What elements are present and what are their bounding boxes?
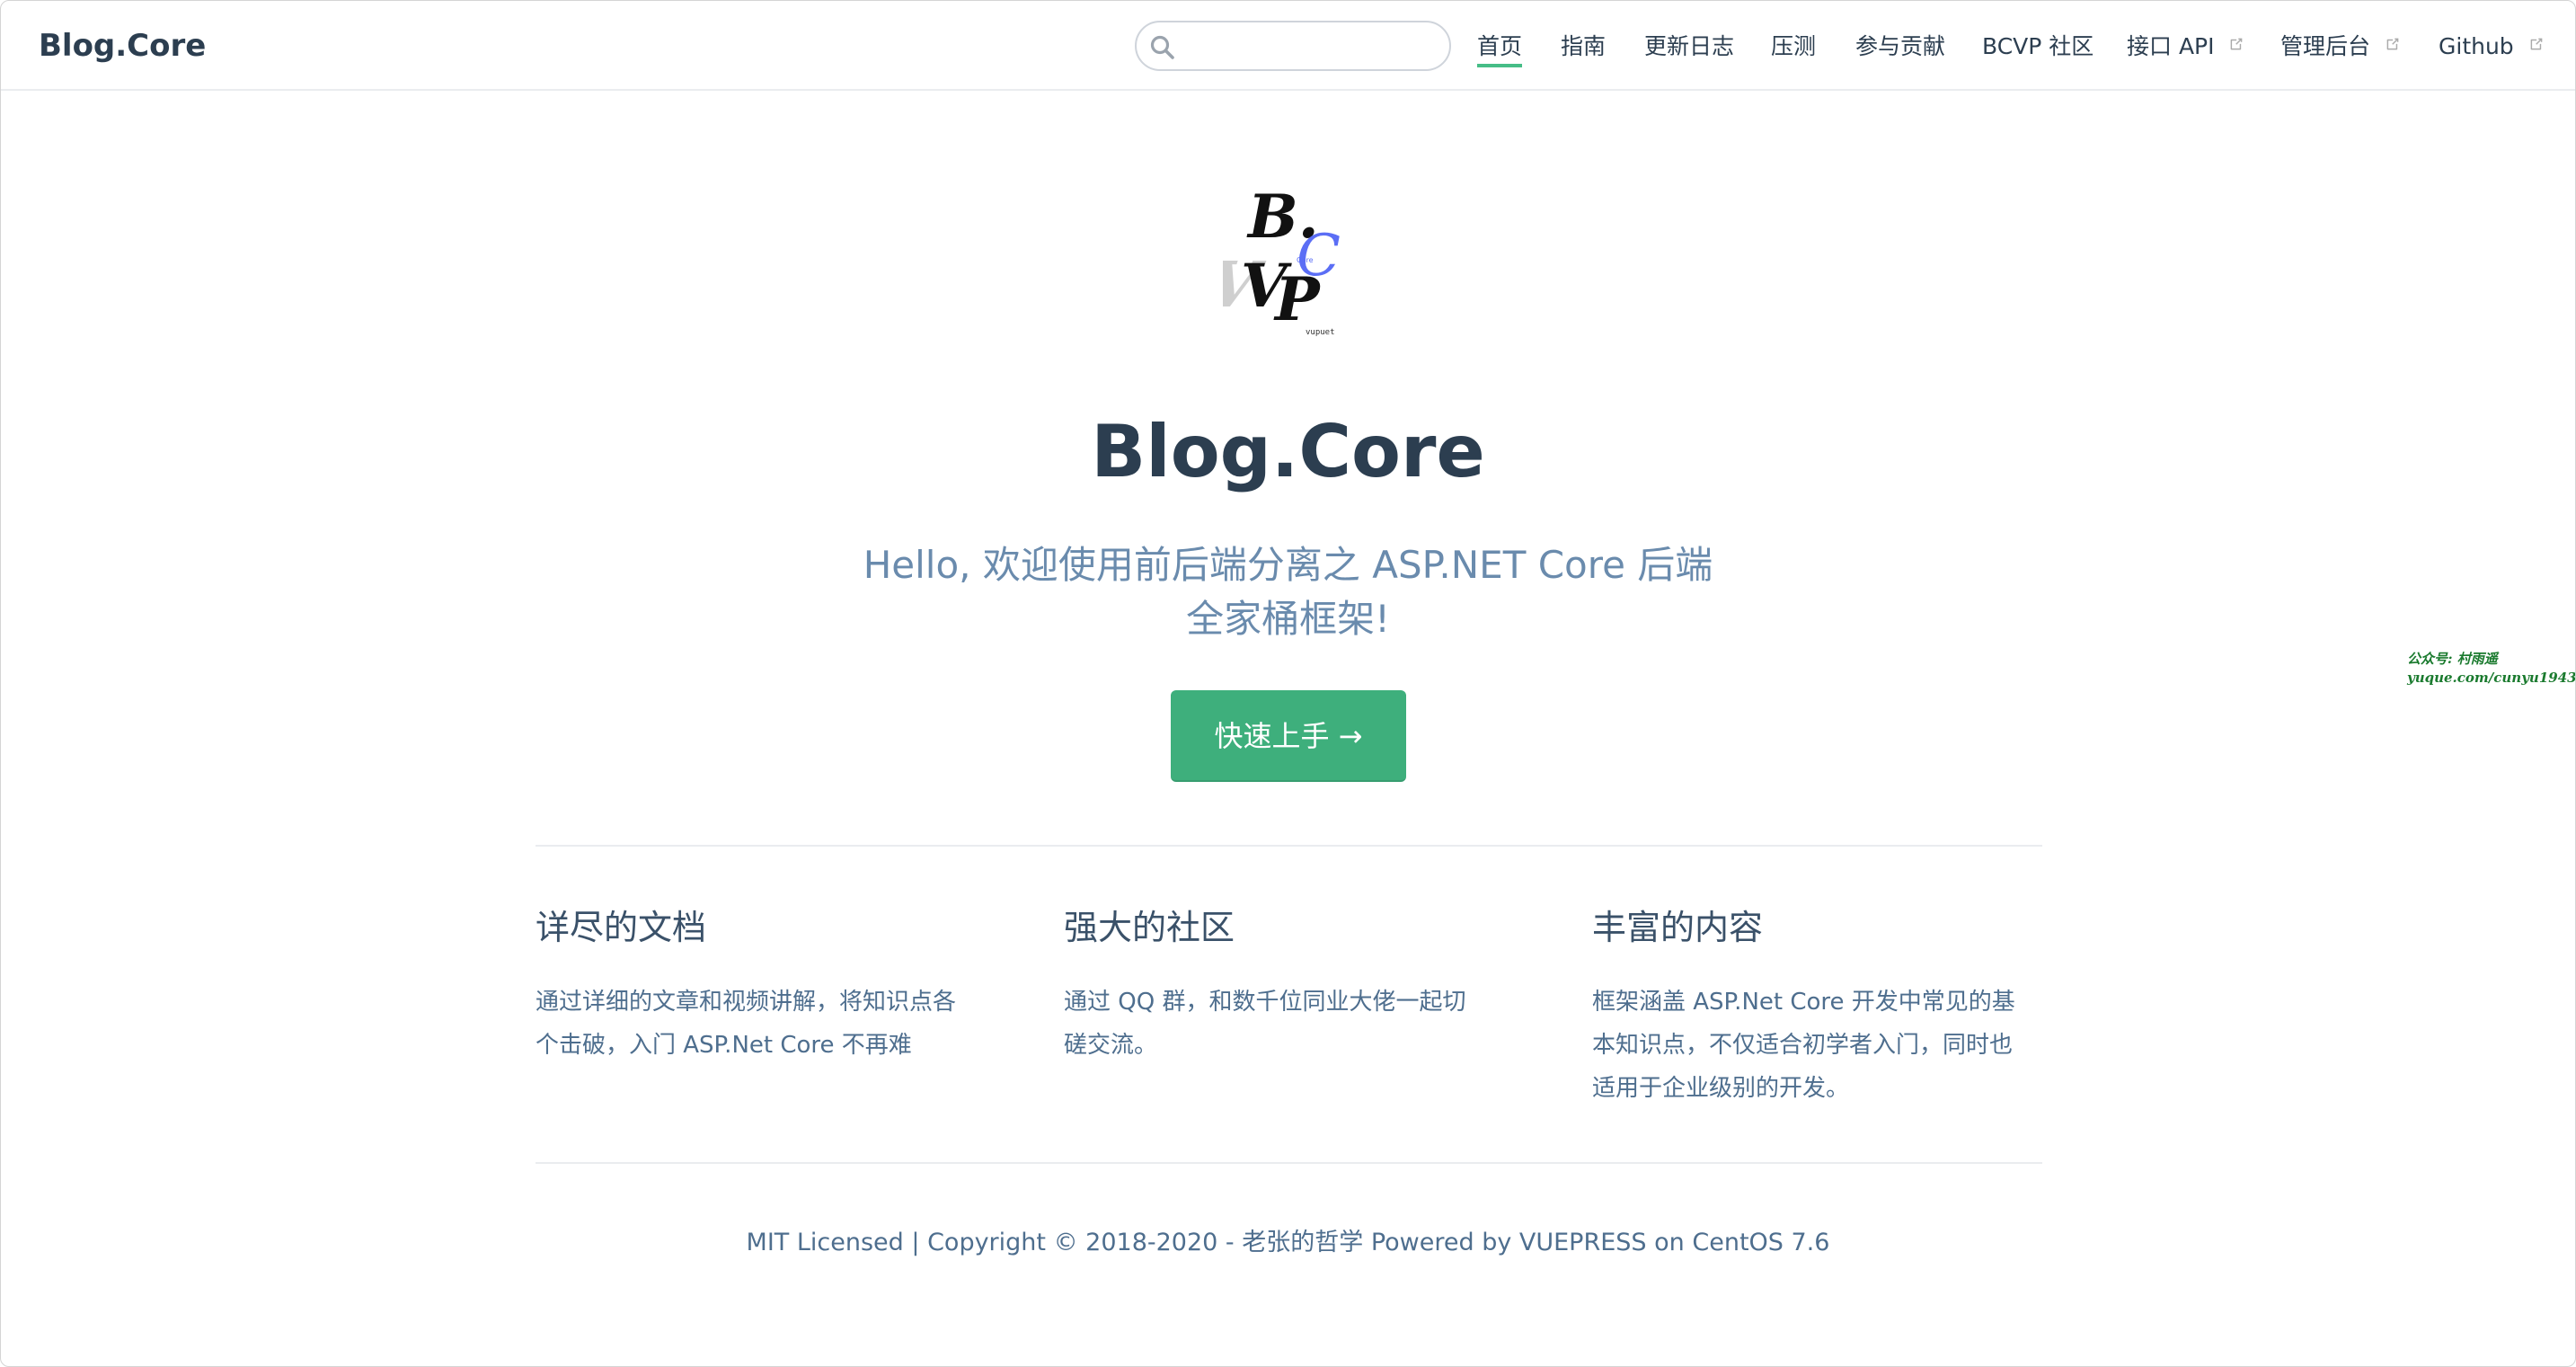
feature-community: 强大的社区 通过 QQ 群，和数千位同业大佬一起切 磋交流。 [1064,900,1520,1067]
footer-divider [536,1162,2042,1164]
feature-details: 通过 QQ 群，和数千位同业大佬一起切 磋交流。 [1064,981,1520,1067]
feature-title: 详尽的文档 [536,908,707,947]
nav-item-home[interactable]: 首页 [1477,30,1523,67]
nav-item-github[interactable]: Github [2439,30,2545,64]
feature-details-line: 通过详细的文章和视频讲解，将知识点各 [536,989,957,1016]
svg-text:P: P [1273,264,1322,334]
nav-item-admin[interactable]: 管理后台 [2280,30,2401,64]
nav-item-label: 参与贡献 [1855,33,1946,59]
external-link-icon [2530,38,2542,50]
watermark-line: yuque.com/cunyu1943 [2407,670,2576,686]
features-top-divider [536,845,2042,847]
feature-details: 通过详细的文章和视频讲解，将知识点各 个击破，入门 ASP.Net Core 不… [536,981,992,1067]
nav-links: 首页 指南 更新日志 压测 参与贡献 BCVP 社区 接口 API 管理后台 G… [1,1,2575,91]
hero-description-line: 全家桶框架! [1186,597,1390,641]
nav-item-guide[interactable]: 指南 [1561,30,1606,64]
hero-title: Blog.Core [1091,410,1485,493]
footer: MIT Licensed | Copyright © 2018-2020 - 老… [746,1229,1830,1256]
external-link-icon [2231,38,2243,50]
nav-item-label: 接口 API [2127,33,2215,59]
feature-content: 丰富的内容 框架涵盖 ASP.Net Core 开发中常见的基 本知识点，不仅适… [1592,900,2049,1110]
feature-details: 框架涵盖 ASP.Net Core 开发中常见的基 本知识点，不仅适合初学者入门… [1592,981,2049,1110]
feature-title: 丰富的内容 [1592,908,1764,947]
bcvp-logo: B. C Core V V P vupuet [1223,185,1341,337]
nav-item-label: BCVP 社区 [1982,33,2094,59]
nav-item-label: 管理后台 [2280,33,2371,59]
hero-description-line: Hello, 欢迎使用前后端分离之 ASP.NET Core 后端 [863,543,1713,587]
feature-details-line: 磋交流。 [1064,1032,1158,1059]
nav-item-label: 压测 [1771,33,1817,59]
nav-item-label: 首页 [1477,33,1523,59]
watermark: 公众号: 村雨遥 yuque.com/cunyu1943 [2407,650,2576,688]
feature-details-line: 框架涵盖 ASP.Net Core 开发中常见的基 [1592,989,2015,1016]
nav-item-changelog[interactable]: 更新日志 [1644,30,1734,64]
svg-text:Core: Core [1297,256,1314,264]
nav-item-label: 指南 [1561,33,1607,59]
nav-item-label: Github [2439,33,2514,59]
feature-details-line: 个击破，入门 ASP.Net Core 不再难 [536,1032,912,1059]
feature-details-line: 适用于企业级别的开发。 [1592,1075,1850,1102]
nav-item-api[interactable]: 接口 API [2127,30,2244,64]
navbar: Blog.Core 首页 指南 更新日志 压测 参与贡献 BCVP 社区 接口 … [1,1,2575,91]
feature-docs: 详尽的文档 通过详细的文章和视频讲解，将知识点各 个击破，入门 ASP.Net … [536,900,992,1067]
external-link-icon [2386,38,2399,50]
feature-details-line: 通过 QQ 群，和数千位同业大佬一起切 [1064,989,1466,1016]
svg-text:vupuet: vupuet [1306,328,1335,337]
nav-item-benchmark[interactable]: 压测 [1771,30,1816,64]
hero-description: Hello, 欢迎使用前后端分离之 ASP.NET Core 后端 全家桶框架! [837,538,1739,646]
nav-item-label: 更新日志 [1644,33,1735,59]
feature-details-line: 本知识点，不仅适合初学者入门，同时也 [1592,1032,2014,1059]
page: Blog.Core 首页 指南 更新日志 压测 参与贡献 BCVP 社区 接口 … [0,0,2576,1367]
nav-item-community[interactable]: BCVP 社区 [1982,30,2094,64]
get-started-button[interactable]: 快速上手 → [1171,690,1406,782]
nav-item-contribute[interactable]: 参与贡献 [1855,30,1945,64]
feature-title: 强大的社区 [1064,908,1235,947]
watermark-line: 公众号: 村雨遥 [2407,651,2498,667]
